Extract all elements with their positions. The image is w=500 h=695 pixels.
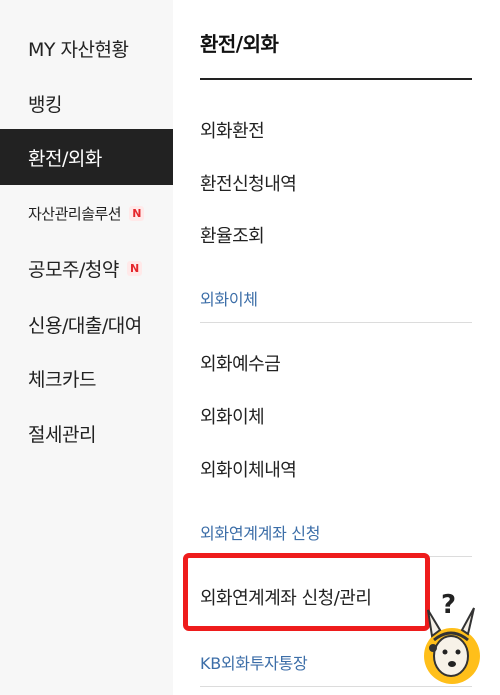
group-label-linked-account[interactable]: 외화연계계좌 신청 bbox=[200, 520, 320, 544]
sidebar-item-label: 신용/대출/대여 bbox=[28, 314, 142, 337]
sidebar-item-asset-solution[interactable]: 자산관리솔루션 N bbox=[0, 185, 173, 241]
sidebar-nav: MY 자산현황 뱅킹 환전/외화 자산관리솔루션 N 공모주/청약 N 신용/대… bbox=[0, 0, 173, 695]
sidebar-item-check-card[interactable]: 체크카드 bbox=[0, 350, 173, 406]
section-title: 환전/외화 bbox=[200, 32, 279, 56]
sidebar-item-banking[interactable]: 뱅킹 bbox=[0, 75, 173, 131]
new-badge: N bbox=[129, 205, 145, 221]
group-label-forex-transfer[interactable]: 외화이체 bbox=[200, 286, 258, 310]
sidebar-item-label: 절세관리 bbox=[28, 423, 96, 446]
sidebar-item-label: 뱅킹 bbox=[28, 93, 62, 116]
sidebar-item-label: 자산관리솔루션 bbox=[28, 204, 122, 223]
sidebar-item-label: MY 자산현황 bbox=[28, 38, 129, 61]
help-question-icon: ? bbox=[441, 590, 457, 620]
group-label-kb-forex-account[interactable]: KB외화투자통장 bbox=[200, 650, 308, 674]
sidebar-item-ipo[interactable]: 공모주/청약 N bbox=[0, 240, 173, 296]
sidebar-item-label: 공모주/청약 bbox=[28, 258, 119, 281]
sidebar-item-credit-loan[interactable]: 신용/대출/대여 bbox=[0, 296, 173, 352]
sidebar-item-exchange-forex[interactable]: 환전/외화 bbox=[0, 129, 173, 185]
title-divider bbox=[200, 78, 472, 80]
sidebar-item-label: 체크카드 bbox=[28, 368, 96, 391]
group-divider bbox=[200, 322, 472, 323]
sidebar-item-label: 환전/외화 bbox=[28, 147, 102, 170]
sidebar-item-my-assets[interactable]: MY 자산현황 bbox=[0, 20, 173, 76]
new-badge: N bbox=[126, 260, 142, 276]
menu-item-transfer-history[interactable]: 외화이체내역 bbox=[200, 456, 297, 482]
menu-item-forex-exchange[interactable]: 외화환전 bbox=[200, 117, 265, 143]
menu-item-forex-transfer[interactable]: 외화이체 bbox=[200, 403, 265, 429]
menu-item-exchange-history[interactable]: 환전신청내역 bbox=[200, 170, 297, 196]
menu-item-linked-account-manage[interactable]: 외화연계계좌 신청/관리 bbox=[200, 584, 372, 610]
sidebar-item-tax-saving[interactable]: 절세관리 bbox=[0, 405, 173, 461]
menu-item-forex-deposit[interactable]: 외화예수금 bbox=[200, 350, 281, 376]
menu-item-exchange-rates[interactable]: 환율조회 bbox=[200, 222, 265, 248]
